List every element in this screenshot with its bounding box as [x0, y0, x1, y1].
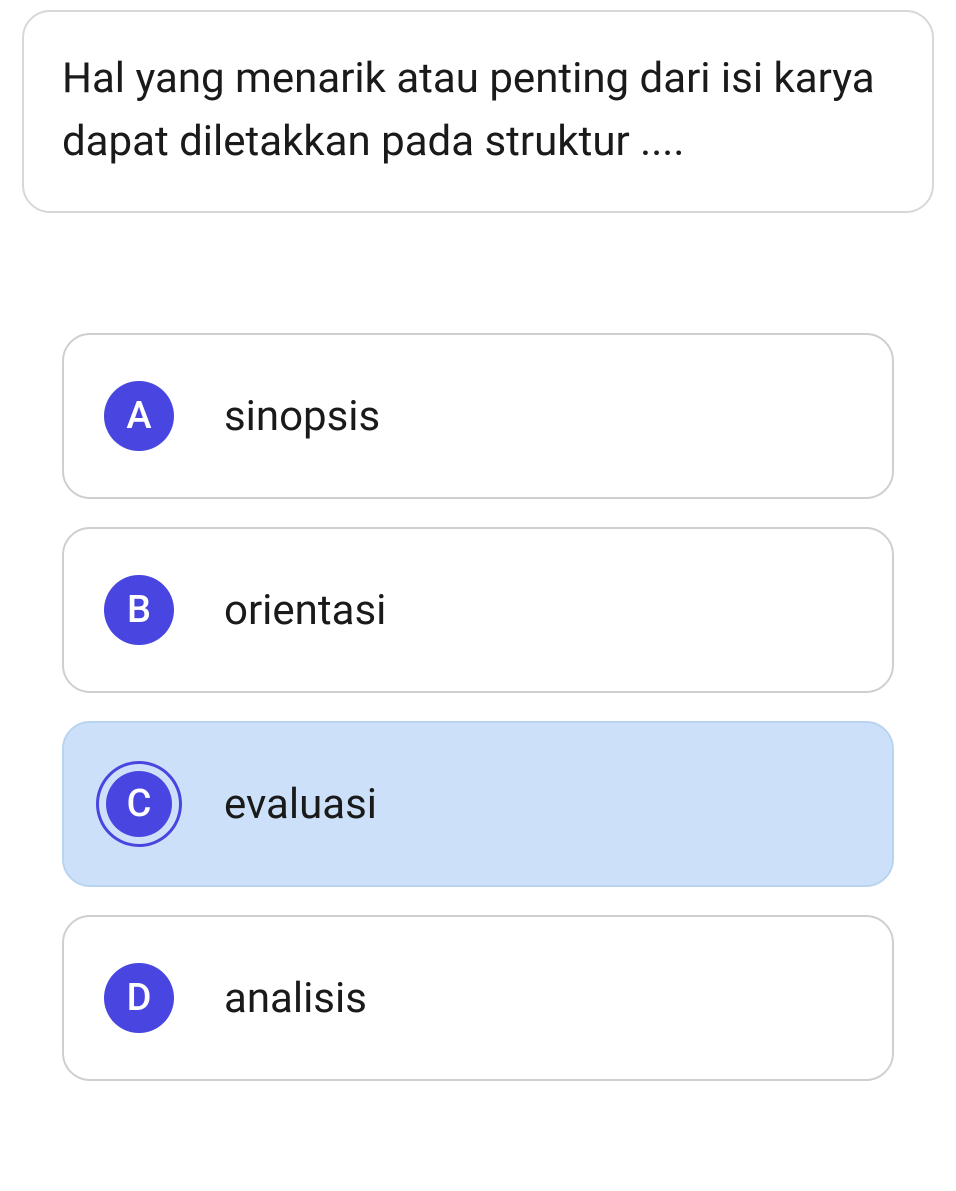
option-badge-wrapper: D	[96, 955, 182, 1041]
option-badge-ring: C	[96, 761, 182, 847]
option-badge-wrapper: A	[96, 373, 182, 459]
option-a[interactable]: A sinopsis	[62, 333, 894, 499]
option-badge-wrapper: C	[96, 761, 182, 847]
question-text: Hal yang menarik atau penting dari isi k…	[62, 47, 894, 173]
option-c[interactable]: C evaluasi	[62, 721, 894, 887]
question-box: Hal yang menarik atau penting dari isi k…	[22, 10, 934, 213]
option-badge-wrapper: B	[96, 567, 182, 653]
options-container: A sinopsis B orientasi C evaluasi D anal…	[62, 333, 894, 1081]
option-label: analisis	[224, 974, 367, 1023]
option-badge: C	[106, 771, 172, 837]
option-b[interactable]: B orientasi	[62, 527, 894, 693]
option-badge: B	[104, 575, 174, 645]
option-d[interactable]: D analisis	[62, 915, 894, 1081]
option-label: sinopsis	[224, 392, 380, 441]
option-badge: A	[104, 381, 174, 451]
option-badge: D	[104, 963, 174, 1033]
option-label: orientasi	[224, 586, 386, 635]
option-label: evaluasi	[224, 780, 377, 829]
